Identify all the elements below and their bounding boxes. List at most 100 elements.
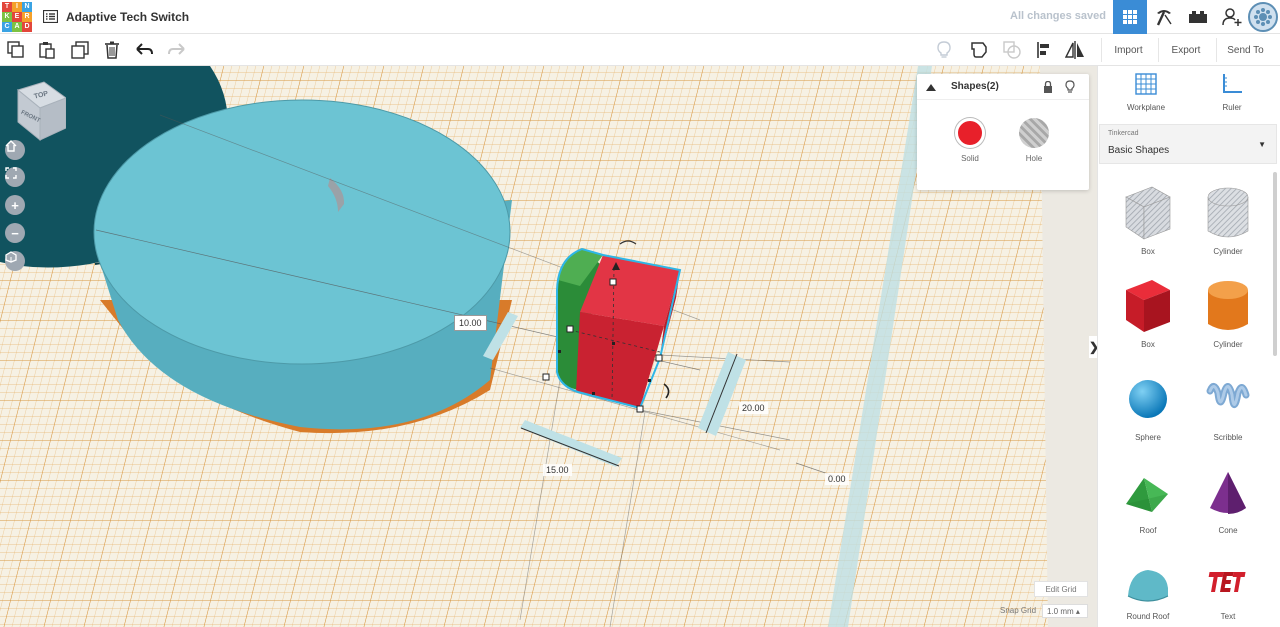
- fit-view-icon[interactable]: [5, 167, 25, 187]
- shape-box-striped[interactable]: Box: [1113, 183, 1183, 256]
- logo-letter: T: [2, 1, 12, 12]
- library-source: Tinkercad: [1108, 130, 1139, 137]
- paste-icon[interactable]: [36, 39, 58, 61]
- box-red-icon: [1126, 280, 1170, 332]
- shape-label: Cylinder: [1213, 247, 1243, 256]
- light-bulb-icon[interactable]: [1065, 80, 1075, 94]
- height-dimension-field[interactable]: 10.00: [454, 315, 487, 331]
- view-cube[interactable]: TOP FRONT: [14, 80, 66, 142]
- design-list-icon[interactable]: [42, 9, 58, 25]
- shape-sphere[interactable]: Sphere: [1113, 371, 1183, 442]
- copy-icon[interactable]: [5, 39, 27, 61]
- group-icon[interactable]: [968, 39, 990, 61]
- shape-label: Round Roof: [1126, 612, 1170, 621]
- home-view-icon[interactable]: [5, 140, 25, 160]
- delete-icon[interactable]: [101, 39, 123, 61]
- depth-dimension-field[interactable]: 20.00: [739, 402, 768, 414]
- solid-color-swatch[interactable]: [955, 118, 985, 148]
- add-user-icon[interactable]: [1215, 0, 1249, 34]
- shape-label: Roof: [1139, 526, 1157, 535]
- shape-cylinder-orange[interactable]: Cylinder: [1193, 276, 1263, 349]
- shape-label: Box: [1141, 247, 1155, 256]
- shape-label: Text: [1220, 612, 1236, 621]
- zoom-in-icon[interactable]: +: [5, 195, 25, 215]
- shape-library-select[interactable]: Tinkercad Basic Shapes ▼: [1099, 124, 1277, 164]
- cone-purple-icon: [1210, 472, 1246, 514]
- shape-cone[interactable]: Cone: [1193, 464, 1263, 535]
- cylinder-orange-icon: [1208, 281, 1248, 330]
- text-red-icon: [1208, 572, 1246, 592]
- send-to-button[interactable]: Send To: [1216, 38, 1274, 62]
- logo-letter: D: [22, 21, 32, 32]
- logo-letter: I: [12, 1, 22, 12]
- solid-option[interactable]: Solid: [950, 118, 990, 163]
- hole-option[interactable]: Hole: [1014, 118, 1054, 163]
- logo-letter: E: [12, 11, 22, 22]
- perspective-icon[interactable]: [5, 251, 25, 271]
- box-striped-icon: [1125, 186, 1171, 240]
- shape-round-roof[interactable]: Round Roof: [1113, 558, 1183, 621]
- hole-swatch[interactable]: [1019, 118, 1049, 148]
- shape-scribble[interactable]: Scribble: [1193, 371, 1263, 442]
- zoom-out-icon[interactable]: −: [5, 223, 25, 243]
- shape-roof[interactable]: Roof: [1113, 464, 1183, 535]
- dropdown-caret-icon: ▼: [1258, 140, 1266, 149]
- pickaxe-icon[interactable]: [1147, 0, 1181, 34]
- logo-letter: K: [2, 11, 12, 22]
- lock-icon[interactable]: [1043, 81, 1053, 93]
- shape-label: Sphere: [1135, 433, 1161, 442]
- shape-label: Scribble: [1213, 433, 1243, 442]
- workplane-icon: [1135, 73, 1157, 95]
- round-roof-teal-icon: [1127, 570, 1169, 602]
- collapse-icon[interactable]: [926, 84, 936, 91]
- document-title[interactable]: Adaptive Tech Switch: [66, 10, 189, 24]
- shape-inspector: Shapes(2) Solid Hole: [917, 74, 1089, 190]
- 3d-workplane-viewport[interactable]: TOP FRONT + − 10.00 20.00 15.00 0.00 Sha…: [0, 66, 1097, 627]
- duplicate-icon[interactable]: [69, 39, 91, 61]
- snap-grid-label: Snap Grid: [1000, 606, 1037, 615]
- grid-view-icon[interactable]: [1113, 0, 1147, 34]
- workplane-tool[interactable]: Workplane: [1116, 72, 1176, 112]
- logo-letter: R: [22, 11, 32, 22]
- redo-icon[interactable]: [165, 39, 187, 61]
- logo-letter: C: [2, 21, 12, 32]
- lightbulb-icon[interactable]: [933, 39, 955, 61]
- user-avatar[interactable]: [1248, 2, 1278, 32]
- undo-icon[interactable]: [134, 39, 156, 61]
- ungroup-icon[interactable]: [1001, 39, 1023, 61]
- logo-letter: N: [22, 1, 32, 12]
- ruler-tool[interactable]: Ruler: [1202, 72, 1262, 112]
- shape-label: Cone: [1218, 526, 1238, 535]
- shape-cylinder-striped[interactable]: Cylinder: [1193, 183, 1263, 256]
- width-dimension-field[interactable]: 15.00: [543, 464, 572, 476]
- edit-toolbar: Import Export Send To: [0, 34, 1280, 66]
- mirror-icon[interactable]: [1064, 39, 1086, 61]
- import-button[interactable]: Import: [1101, 38, 1155, 62]
- shape-box-red[interactable]: Box: [1113, 276, 1183, 349]
- tinkercad-editor: T I N K E R C A D Adaptive Tech Switch A…: [0, 0, 1280, 627]
- solid-label: Solid: [961, 154, 979, 163]
- sphere-blue-icon: [1129, 380, 1167, 418]
- export-button[interactable]: Export: [1158, 38, 1213, 62]
- edit-grid-button[interactable]: Edit Grid: [1034, 581, 1088, 597]
- scribble-blue-icon: [1206, 383, 1250, 408]
- shape-label: Box: [1141, 340, 1155, 349]
- inspector-header: Shapes(2): [917, 74, 1089, 100]
- inspector-title: Shapes(2): [951, 81, 999, 92]
- tinkercad-logo[interactable]: T I N K E R C A D: [2, 1, 32, 32]
- library-name: Basic Shapes: [1108, 145, 1170, 156]
- bricks-icon[interactable]: [1181, 0, 1215, 34]
- hole-label: Hole: [1025, 154, 1043, 163]
- ruler-icon: [1223, 74, 1242, 93]
- save-status: All changes saved: [1010, 10, 1106, 22]
- ruler-label: Ruler: [1222, 103, 1242, 112]
- workplane-label: Workplane: [1126, 103, 1166, 112]
- elevation-dimension-field[interactable]: 0.00: [825, 473, 849, 485]
- shape-text[interactable]: Text: [1193, 558, 1263, 621]
- align-icon[interactable]: [1033, 39, 1055, 61]
- logo-letter: A: [12, 21, 22, 32]
- panel-scrollbar[interactable]: [1273, 172, 1277, 356]
- cylinder-striped-icon: [1207, 187, 1249, 238]
- snap-grid-select[interactable]: 1.0 mm ▴: [1042, 604, 1088, 618]
- shape-label: Cylinder: [1213, 340, 1243, 349]
